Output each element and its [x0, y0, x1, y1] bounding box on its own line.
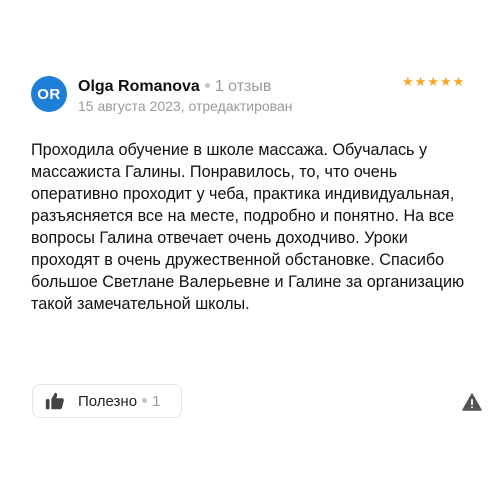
star-icon: ★ [427, 74, 439, 89]
avatar[interactable]: OR [31, 76, 67, 112]
useful-count: 1 [152, 392, 161, 410]
star-icon: ★ [402, 74, 414, 89]
star-icon: ★ [414, 74, 427, 89]
author-line: Olga Romanova 1 отзыв [78, 78, 271, 96]
star-icon: ★ [452, 74, 465, 89]
review-text: Проходила обучение в школе массажа. Обуч… [31, 141, 465, 313]
thumbs-up-icon [44, 390, 66, 412]
author-review-count: 1 отзыв [214, 78, 272, 95]
author-name[interactable]: Olga Romanova [78, 78, 200, 95]
useful-button[interactable]: Полезно 1 [32, 384, 182, 418]
separator-dot [142, 397, 148, 403]
rating-stars: ★ ★ ★ ★ ★ [402, 75, 464, 89]
warning-icon[interactable] [462, 393, 482, 411]
star-icon: ★ [439, 74, 452, 89]
separator-dot [204, 83, 210, 89]
review-date: 15 августа 2023, отредактирован [78, 98, 293, 114]
useful-label: Полезно [78, 392, 138, 410]
review-card: OR Olga Romanova 1 отзыв 15 августа 2023,… [0, 0, 500, 500]
